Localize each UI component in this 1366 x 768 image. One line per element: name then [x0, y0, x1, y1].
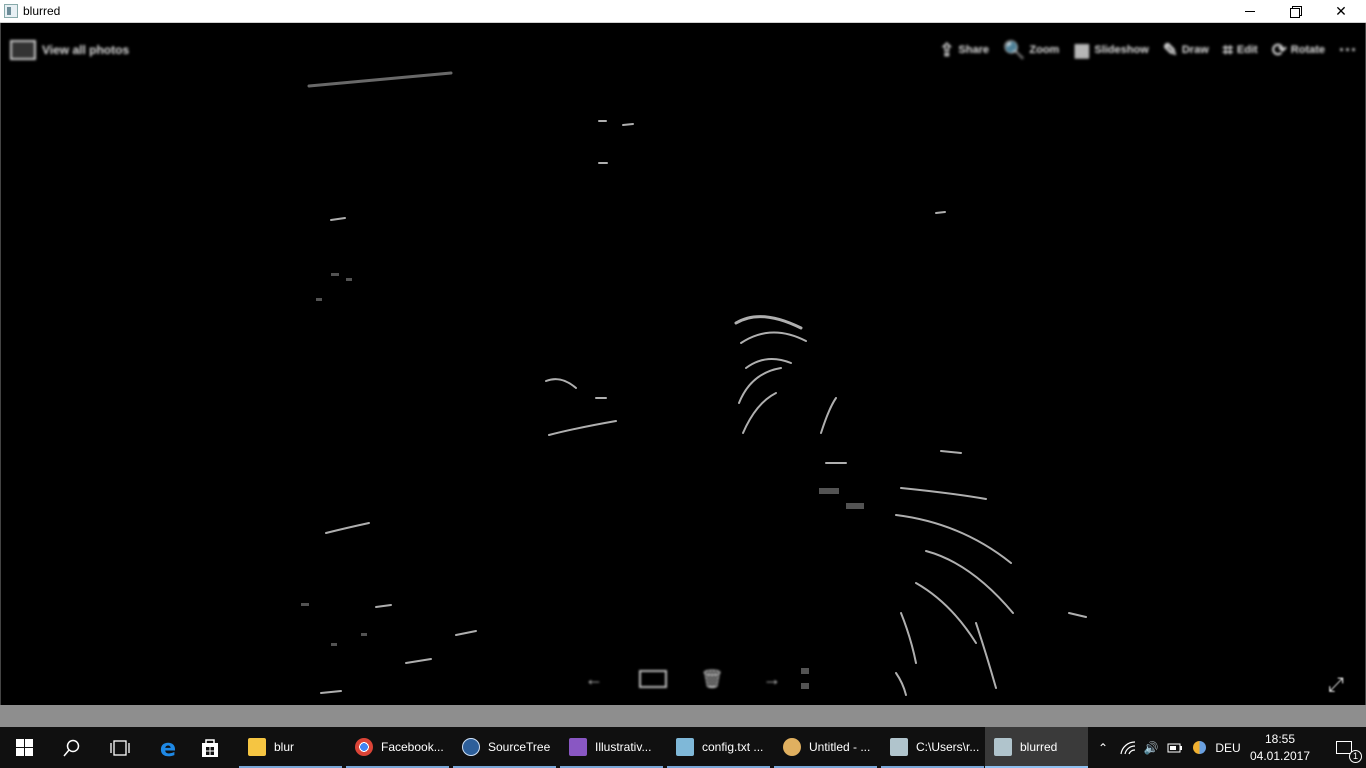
network-button[interactable] [1116, 727, 1140, 768]
toolbar-label: Slideshow [1094, 44, 1149, 56]
view-all-photos-label: View all photos [42, 43, 130, 57]
speaker-icon: 🔊 [1143, 740, 1159, 755]
next-icon: → [763, 668, 781, 689]
toolbar-label: Rotate [1290, 44, 1326, 56]
window-titlebar[interactable]: blurred ✕ [0, 0, 1366, 23]
toolbar-label: Draw [1181, 44, 1209, 56]
fullscreen-button[interactable]: ⤢ [1323, 673, 1349, 697]
action-center-button[interactable]: 1 [1322, 727, 1366, 768]
viewer-icon [994, 737, 1012, 756]
view-all-photos-link[interactable]: View all photos [10, 39, 129, 61]
console-icon [890, 737, 908, 756]
chevron-up-icon: ⌃ [1097, 740, 1109, 755]
toolbar-label: Share [958, 44, 989, 56]
toolbar-more-button[interactable]: ··· [1339, 40, 1357, 61]
film-strip-button[interactable] [639, 670, 667, 688]
notification-count-badge: 1 [1349, 750, 1362, 763]
slideshow-icon: ▦ [1073, 39, 1091, 60]
window-bottom-strip [0, 705, 1366, 727]
notepad-icon [676, 737, 694, 756]
clock-time: 18:55 [1264, 732, 1296, 746]
search-button[interactable] [48, 727, 96, 768]
tray-app-button[interactable] [1188, 727, 1210, 768]
taskbar-app-label: blur [274, 739, 295, 754]
pinned-store-button[interactable] [189, 727, 231, 768]
photos-icon [10, 40, 36, 60]
clock-date: 04.01.2017 [1249, 749, 1311, 763]
edge-icon: e [159, 733, 177, 762]
more-icon: ··· [1339, 39, 1357, 60]
previous-button[interactable]: ← [579, 668, 609, 690]
taskbar-app-visual-studio[interactable]: Illustrativ... [560, 727, 663, 768]
windows-icon [15, 739, 33, 756]
taskbar-app-label: Illustrativ... [595, 739, 652, 754]
task-view-icon [110, 739, 130, 756]
toolbar-rotate-button[interactable]: ⟳ Rotate [1272, 40, 1325, 61]
taskbar-clock[interactable]: 18:55 04.01.2017 [1246, 731, 1314, 765]
delete-button[interactable]: 🗑 [697, 668, 727, 690]
sourcetree-icon [462, 737, 480, 756]
toolbar-draw-button[interactable]: ✎ Draw [1163, 40, 1209, 61]
search-icon [63, 739, 80, 756]
delete-icon: 🗑 [700, 668, 724, 689]
weather-icon [1192, 741, 1206, 754]
taskbar-app-console[interactable]: C:\Users\r... [881, 727, 984, 768]
task-view-button[interactable] [96, 727, 144, 768]
start-button[interactable] [0, 727, 48, 768]
taskbar: e blur Facebook... SourceTree Illustrati… [0, 727, 1366, 768]
blurred-photo [301, 71, 1087, 696]
taskbar-app-chrome[interactable]: Facebook... [346, 727, 449, 768]
show-hidden-icons-button[interactable]: ⌃ [1092, 727, 1114, 768]
toolbar-share-button[interactable]: ⇪ Share [939, 40, 989, 61]
edit-icon: ⌗ [1222, 39, 1233, 60]
restore-button[interactable] [1272, 0, 1318, 22]
taskbar-app-label: C:\Users\r... [916, 739, 980, 754]
taskbar-app-blur[interactable]: blur [239, 727, 342, 768]
taskbar-app-blurred[interactable]: blurred [985, 727, 1088, 768]
restore-icon [1290, 6, 1302, 18]
close-button[interactable]: ✕ [1318, 0, 1364, 22]
toolbar-zoom-button[interactable]: 🔍 Zoom [1003, 40, 1059, 61]
previous-icon: ← [585, 668, 603, 689]
paint-icon [783, 737, 801, 756]
viewer-toolbar: ⇪ Share 🔍 Zoom ▦ Slideshow ✎ Draw ⌗ Edit… [939, 39, 1357, 61]
viewer-bottom-controls: ← 🗑 → [579, 668, 787, 690]
window-title: blurred [23, 4, 61, 18]
wifi-icon [1120, 740, 1136, 754]
close-icon: ✕ [1335, 2, 1347, 19]
notification-icon: 1 [1336, 741, 1362, 763]
taskbar-app-sourcetree[interactable]: SourceTree [453, 727, 556, 768]
taskbar-app-label: Untitled - ... [809, 739, 871, 754]
input-language-button[interactable]: DEU [1212, 727, 1244, 768]
taskbar-app-label: blurred [1020, 739, 1058, 754]
zoom-icon: 🔍 [1002, 39, 1026, 60]
taskbar-app-paint[interactable]: Untitled - ... [774, 727, 877, 768]
toolbar-slideshow-button[interactable]: ▦ Slideshow [1073, 40, 1148, 61]
next-button[interactable]: → [757, 668, 787, 690]
minimize-button[interactable] [1227, 0, 1273, 22]
toolbar-label: Zoom [1029, 44, 1060, 56]
folder-icon [248, 737, 266, 756]
pinned-edge-button[interactable]: e [147, 727, 189, 768]
expand-icon: ⤢ [1328, 673, 1344, 696]
app-icon [4, 4, 18, 18]
rotate-icon: ⟳ [1271, 39, 1287, 60]
taskbar-app-label: SourceTree [488, 739, 551, 754]
volume-button[interactable]: 🔊 [1140, 727, 1162, 768]
minimize-icon [1245, 10, 1255, 12]
chrome-icon [355, 737, 373, 756]
battery-button[interactable] [1164, 727, 1186, 768]
visual-studio-icon [569, 737, 587, 756]
toolbar-edit-button[interactable]: ⌗ Edit [1223, 40, 1258, 61]
taskbar-app-label: Facebook... [381, 739, 444, 754]
language-label: DEU [1215, 740, 1241, 755]
battery-icon [1167, 743, 1182, 752]
share-icon: ⇪ [939, 39, 955, 60]
store-icon [202, 738, 218, 757]
photo-viewer[interactable]: View all photos ⇪ Share 🔍 Zoom ▦ Slidesh… [0, 23, 1366, 705]
toolbar-label: Edit [1236, 44, 1258, 56]
taskbar-app-label: config.txt ... [702, 739, 764, 754]
draw-icon: ✎ [1162, 39, 1178, 60]
taskbar-app-notepad[interactable]: config.txt ... [667, 727, 770, 768]
